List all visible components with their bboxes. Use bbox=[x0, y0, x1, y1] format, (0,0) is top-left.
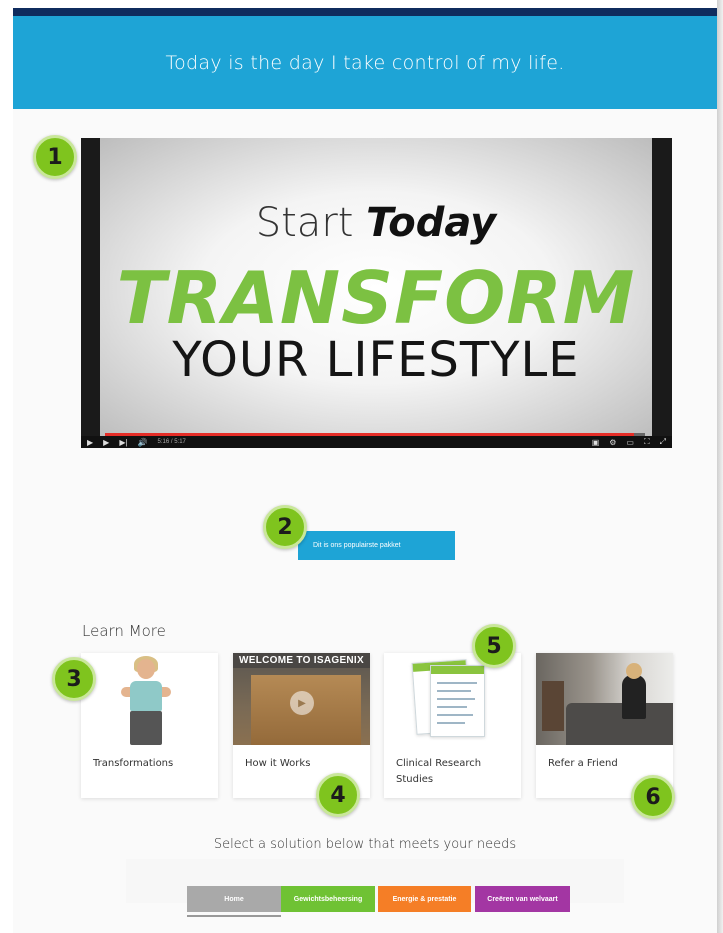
card-clinical-research[interactable]: Clinical Research Studies bbox=[384, 653, 521, 798]
page: Today is the day I take control of my li… bbox=[13, 8, 717, 933]
document-image bbox=[430, 665, 485, 737]
video-player[interactable]: Start Today TRANSFORM YOUR LIFESTYLE ▶ ▶… bbox=[81, 138, 672, 448]
video-controls: ▶ ▶ ▶| 🔊 5:16 / 5:17 ▣ ⚙ ▭ ⛶ ⤢ bbox=[81, 436, 672, 448]
volume-icon[interactable]: 🔊 bbox=[138, 438, 148, 447]
video-title-lifestyle: YOUR LIFESTYLE bbox=[172, 332, 580, 388]
page-shadow bbox=[717, 0, 723, 933]
card-image bbox=[81, 653, 218, 745]
image-part bbox=[130, 711, 162, 745]
solution-home-button[interactable]: Home bbox=[187, 886, 281, 912]
play-icon[interactable]: ▶ bbox=[87, 438, 93, 447]
expand-icon[interactable]: ⤢ bbox=[660, 437, 666, 447]
theater-mode-icon[interactable]: ▭ bbox=[626, 438, 634, 447]
welcome-video-thumbnail: WELCOME TO ISAGENIX ▶ bbox=[233, 653, 370, 745]
image-part bbox=[542, 681, 564, 731]
play-icon[interactable]: ▶ bbox=[103, 438, 109, 447]
image-part bbox=[137, 659, 155, 679]
solution-wealth-button[interactable]: Creëren van welvaart bbox=[475, 886, 570, 912]
image-part bbox=[437, 682, 477, 684]
thumbnail-title: WELCOME TO ISAGENIX bbox=[233, 653, 370, 668]
card-image bbox=[536, 653, 673, 745]
video-title-word: Start bbox=[255, 200, 354, 246]
image-part bbox=[437, 714, 473, 716]
image-part bbox=[130, 681, 162, 711]
card-image: WELCOME TO ISAGENIX ▶ bbox=[233, 653, 370, 745]
video-title-start: Start Today bbox=[100, 200, 652, 246]
card-transformations[interactable]: Transformations bbox=[81, 653, 218, 798]
image-part bbox=[431, 666, 484, 674]
image-part bbox=[437, 690, 471, 692]
image-part bbox=[437, 706, 467, 708]
step-badge-2: 2 bbox=[263, 505, 307, 549]
woman-on-sofa-image bbox=[536, 653, 673, 745]
video-title-bold: Today bbox=[366, 200, 497, 246]
step-badge-5: 5 bbox=[472, 624, 516, 668]
image-part bbox=[437, 698, 475, 700]
image-part bbox=[437, 722, 465, 724]
hero-text: Today is the day I take control of my li… bbox=[165, 51, 565, 74]
video-title-transform: TRANSFORM bbox=[116, 256, 636, 340]
step-badge-1: 1 bbox=[33, 135, 77, 179]
solution-weight-button[interactable]: Gewichtsbeheersing bbox=[281, 886, 375, 912]
hero-banner: Today is the day I take control of my li… bbox=[13, 16, 717, 109]
captions-icon[interactable]: ▣ bbox=[592, 438, 600, 447]
image-part bbox=[622, 675, 646, 719]
step-badge-6: 6 bbox=[631, 775, 675, 819]
top-bar bbox=[13, 8, 717, 16]
play-icon[interactable]: ▶ bbox=[290, 691, 314, 715]
fitness-woman-image bbox=[81, 653, 218, 745]
card-label: Transformations bbox=[93, 758, 174, 769]
image-part bbox=[566, 703, 673, 745]
next-icon[interactable]: ▶| bbox=[119, 438, 127, 447]
video-frame[interactable]: Start Today TRANSFORM YOUR LIFESTYLE bbox=[100, 138, 652, 438]
fullscreen-icon[interactable]: ⛶ bbox=[644, 437, 650, 447]
image-part bbox=[626, 663, 642, 679]
video-time: 5:16 / 5:17 bbox=[157, 439, 186, 445]
card-label: Refer a Friend bbox=[548, 758, 618, 769]
step-badge-3: 3 bbox=[52, 657, 96, 701]
solution-energy-button[interactable]: Energie & prestatie bbox=[378, 886, 471, 912]
card-label: How it Works bbox=[245, 758, 311, 769]
learn-more-title: Learn More bbox=[82, 622, 166, 640]
card-label: Clinical Research Studies bbox=[396, 758, 482, 785]
popular-package-button[interactable]: Dit is ons populairste pakket bbox=[298, 531, 455, 560]
solutions-title: Select a solution below that meets your … bbox=[213, 837, 517, 852]
settings-icon[interactable]: ⚙ bbox=[609, 438, 616, 447]
step-badge-4: 4 bbox=[316, 773, 360, 817]
active-tab-underline bbox=[187, 915, 281, 917]
